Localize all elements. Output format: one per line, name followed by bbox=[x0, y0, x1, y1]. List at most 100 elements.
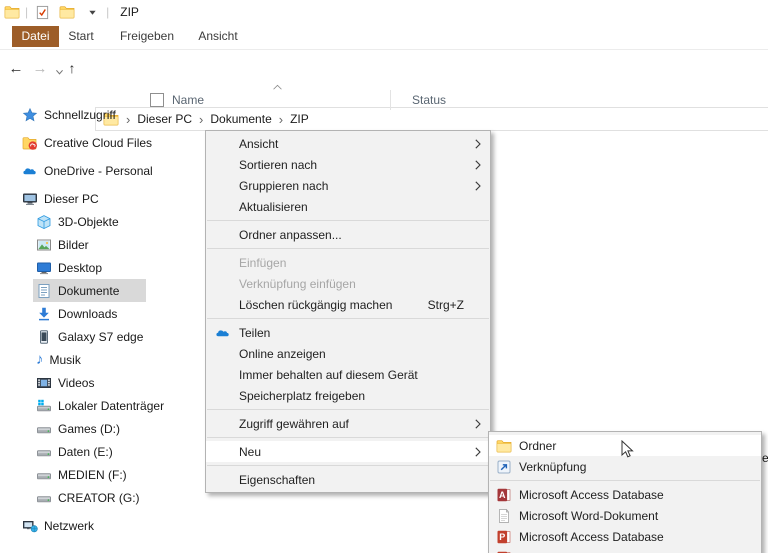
column-header-name[interactable]: Name bbox=[172, 93, 204, 107]
menu-item-teilen[interactable]: Teilen bbox=[206, 322, 490, 343]
powerpoint-icon: P bbox=[496, 550, 512, 553]
videos-film-icon bbox=[36, 375, 52, 391]
breadcrumb-segment-dokumente[interactable]: Dokumente bbox=[210, 112, 271, 126]
sidebar-item-label: Netzwerk bbox=[44, 518, 95, 533]
forward-button: → bbox=[30, 58, 50, 78]
submenu-arrow-icon bbox=[475, 160, 481, 170]
menu-item-label: Ordner anpassen... bbox=[239, 227, 342, 242]
sidebar-item-creator-g[interactable]: CREATOR (G:) bbox=[0, 486, 147, 509]
submenu-item-label: Microsoft Access Database bbox=[519, 487, 664, 502]
column-header-status[interactable]: Status bbox=[412, 93, 446, 107]
sidebar-item-dokumente[interactable]: Dokumente bbox=[0, 279, 147, 302]
sidebar-item-3d-objekte[interactable]: 3D-Objekte bbox=[0, 210, 147, 233]
submenu-item-label: Ordner bbox=[519, 438, 557, 453]
tab-datei[interactable]: Datei bbox=[12, 26, 59, 47]
address-bar[interactable]: › Dieser PC › Dokumente › ZIP bbox=[95, 107, 768, 131]
sidebar-item-dieser-pc[interactable]: Dieser PC bbox=[0, 187, 147, 210]
sidebar-item-label: 3D-Objekte bbox=[58, 214, 119, 229]
sidebar-item-label: Creative Cloud Files bbox=[44, 135, 153, 150]
sidebar-item-netzwerk[interactable]: Netzwerk bbox=[0, 514, 147, 537]
sidebar-item-label: Bilder bbox=[58, 237, 89, 252]
pictures-icon bbox=[36, 237, 52, 253]
submenu-item-microsoft-word-dokument[interactable]: Microsoft Word-Dokument bbox=[489, 505, 761, 526]
menu-item-aktualisieren[interactable]: Aktualisieren bbox=[206, 196, 490, 217]
sidebar-item-games-d[interactable]: Games (D:) bbox=[0, 417, 147, 440]
titlebar-divider: | bbox=[106, 5, 110, 19]
menu-item-label: Gruppieren nach bbox=[239, 178, 329, 193]
tab-freigeben[interactable]: Freigeben bbox=[110, 26, 184, 47]
tab-start[interactable]: Start bbox=[62, 26, 100, 47]
menu-item-l-schen-r-ckg-ngig-machen[interactable]: Löschen rückgängig machen Strg+Z bbox=[206, 294, 490, 315]
submenu-item-label: Verknüpfung bbox=[519, 459, 587, 474]
menu-item-zugriff-gew-hren-auf[interactable]: Zugriff gewähren auf bbox=[206, 413, 490, 434]
quick-access-star-icon bbox=[22, 107, 38, 123]
menu-item-immer-behalten-auf-diesem-ger-t[interactable]: Immer behalten auf diesem Gerät bbox=[206, 364, 490, 385]
folder-icon bbox=[496, 438, 512, 454]
menu-item-label: Speicherplatz freigeben bbox=[239, 388, 366, 403]
menu-item-label: Zugriff gewähren auf bbox=[239, 416, 349, 431]
menu-item-shortcut: Strg+Z bbox=[427, 297, 464, 312]
submenu-item-label: Microsoft Access Database bbox=[519, 529, 664, 544]
sidebar-item-creative-cloud-files[interactable]: Creative Cloud Files bbox=[0, 131, 152, 154]
svg-text:P: P bbox=[499, 532, 505, 542]
breadcrumb-segment-zip[interactable]: ZIP bbox=[290, 112, 309, 126]
creative-cloud-folder-icon bbox=[22, 135, 38, 151]
menu-item-sortieren-nach[interactable]: Sortieren nach bbox=[206, 154, 490, 175]
sidebar-item-videos[interactable]: Videos bbox=[0, 371, 147, 394]
breadcrumb: › Dieser PC › Dokumente › ZIP bbox=[119, 112, 309, 126]
submenu-arrow-icon bbox=[475, 419, 481, 429]
menu-separator bbox=[490, 480, 760, 481]
menu-item-label: Ansicht bbox=[239, 136, 279, 151]
os-drive-icon bbox=[36, 398, 52, 414]
quick-access-toolbar bbox=[33, 3, 101, 21]
menu-item-label: Aktualisieren bbox=[239, 199, 308, 214]
sidebar-item-label: Lokaler Datenträger bbox=[58, 398, 165, 413]
menu-item-verkn-pfung-einf-gen: Verknüpfung einfügen bbox=[206, 273, 490, 294]
properties-button[interactable] bbox=[33, 3, 51, 21]
sidebar-item-label: Desktop bbox=[58, 260, 103, 275]
sidebar-item-daten-e[interactable]: Daten (E:) bbox=[0, 440, 147, 463]
sidebar-item-schnellzugriff[interactable]: Schnellzugriff bbox=[0, 103, 147, 126]
sidebar-item-onedrive-personal[interactable]: OneDrive - Personal bbox=[0, 159, 153, 182]
menu-item-label: Teilen bbox=[239, 325, 271, 340]
new-folder-button[interactable] bbox=[58, 3, 76, 21]
shortcut-icon bbox=[496, 459, 512, 475]
menu-item-neu[interactable]: Neu bbox=[206, 441, 490, 462]
tab-ansicht[interactable]: Ansicht bbox=[190, 26, 246, 47]
sidebar-item-label: Videos bbox=[58, 375, 95, 390]
menu-item-ordner-anpassen[interactable]: Ordner anpassen... bbox=[206, 224, 490, 245]
qat-customize-button[interactable] bbox=[83, 3, 101, 21]
downloads-icon bbox=[36, 306, 52, 322]
cube-3d-icon bbox=[36, 214, 52, 230]
up-button[interactable]: ↑ bbox=[62, 58, 82, 78]
submenu-item-microsoft-access-database[interactable]: A Microsoft Access Database bbox=[489, 484, 761, 505]
menu-item-ansicht[interactable]: Ansicht bbox=[206, 133, 490, 154]
drive-icon bbox=[36, 490, 52, 506]
music-note-icon: ♪ bbox=[36, 351, 44, 368]
ribbon-tabs: Datei Start Freigeben Ansicht bbox=[0, 24, 768, 50]
sidebar-item-musik[interactable]: ♪ Musik bbox=[0, 348, 147, 371]
sidebar-item-lokaler-datentr-ger[interactable]: Lokaler Datenträger bbox=[0, 394, 164, 417]
sidebar-item-bilder[interactable]: Bilder bbox=[0, 233, 147, 256]
menu-item-eigenschaften[interactable]: Eigenschaften bbox=[206, 469, 490, 490]
submenu-arrow-icon bbox=[475, 181, 481, 191]
back-button[interactable]: ← bbox=[6, 58, 26, 78]
sidebar-item-galaxy-s7-edge[interactable]: Galaxy S7 edge bbox=[0, 325, 147, 348]
submenu-item-microsoft-powerpoint-pr-sentation[interactable]: PMicrosoft PowerPoint Präsentation bbox=[489, 547, 761, 553]
column-divider[interactable] bbox=[390, 90, 391, 110]
menu-separator bbox=[207, 248, 489, 249]
submenu-item-verkn-pfung[interactable]: Verknüpfung bbox=[489, 456, 761, 477]
navigation-bar: ← → ↑ › Dieser PC › Dokumente › ZIP bbox=[0, 50, 768, 131]
sidebar-item-desktop[interactable]: Desktop bbox=[0, 256, 147, 279]
sidebar-item-downloads[interactable]: Downloads bbox=[0, 302, 147, 325]
select-all-checkbox[interactable] bbox=[150, 93, 164, 107]
menu-item-gruppieren-nach[interactable]: Gruppieren nach bbox=[206, 175, 490, 196]
breadcrumb-chevron-icon[interactable]: › bbox=[199, 113, 203, 126]
sidebar-item-medien-f[interactable]: MEDIEN (F:) bbox=[0, 463, 147, 486]
submenu-item-microsoft-access-database[interactable]: P Microsoft Access Database bbox=[489, 526, 761, 547]
word-doc-icon bbox=[496, 508, 512, 524]
menu-item-online-anzeigen[interactable]: Online anzeigen bbox=[206, 343, 490, 364]
breadcrumb-chevron-icon[interactable]: › bbox=[279, 113, 283, 126]
menu-item-speicherplatz-freigeben[interactable]: Speicherplatz freigeben bbox=[206, 385, 490, 406]
sidebar-item-label: Galaxy S7 edge bbox=[58, 329, 144, 344]
